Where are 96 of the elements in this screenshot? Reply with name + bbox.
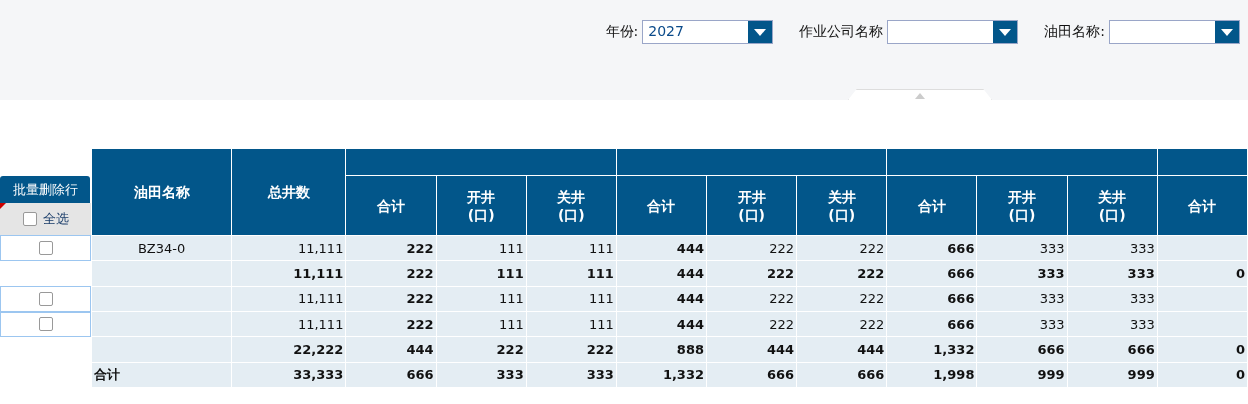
table-cell: 333 <box>1067 260 1158 287</box>
column-header: 开井 (口) <box>706 175 797 236</box>
collapse-arrow-icon[interactable] <box>915 93 925 99</box>
table-cell: 444 <box>345 336 437 363</box>
table-cell: 1,332 <box>616 362 707 388</box>
row-checkbox[interactable] <box>38 317 53 332</box>
table-cell: 111 <box>436 260 527 287</box>
table-cell: 222 <box>706 260 797 287</box>
table-cell: 222 <box>345 235 437 261</box>
table-cell: 333 <box>1067 311 1158 337</box>
table-cell: 333 <box>1067 286 1158 312</box>
column-header: 开井 (口) <box>436 175 527 236</box>
column-header: 合计 <box>1157 175 1248 236</box>
table-cell: 999 <box>976 362 1068 388</box>
table-cell: 111 <box>436 311 527 337</box>
column-header: 油田名称 <box>91 148 232 236</box>
table-cell: 666 <box>886 286 977 312</box>
table-cell: 111 <box>436 286 527 312</box>
table-cell: 444 <box>616 311 707 337</box>
table-cell: 333 <box>976 286 1068 312</box>
select-all-checkbox[interactable]: 全选 <box>0 203 91 235</box>
table-cell: 333 <box>976 311 1068 337</box>
table-cell: 666 <box>706 362 797 388</box>
table-cell: 222 <box>345 311 437 337</box>
table-cell: 333 <box>526 362 617 388</box>
table-cell: 666 <box>886 260 977 287</box>
table-cell: 222 <box>436 336 527 363</box>
row-checkbox-cell[interactable] <box>0 311 91 337</box>
table-cell: 11,111 <box>231 235 346 261</box>
table-cell: 333 <box>976 235 1068 261</box>
table-cell: 666 <box>345 362 437 388</box>
table-cell: 222 <box>796 286 887 312</box>
table-cell: 0 <box>1157 260 1248 287</box>
filter-label: 油田名称: <box>1044 23 1105 41</box>
table-cell: 222 <box>526 336 617 363</box>
dropdown-caret-icon[interactable] <box>1215 21 1239 43</box>
table-cell: 333 <box>436 362 527 388</box>
table-cell: 0 <box>1157 336 1248 363</box>
column-header: 关井 (口) <box>796 175 887 236</box>
row-checkbox[interactable] <box>38 291 53 306</box>
table-cell: 1,332 <box>886 336 977 363</box>
table-cell: 222 <box>345 260 437 287</box>
row-checkbox[interactable] <box>38 240 53 255</box>
table-cell: 666 <box>886 235 977 261</box>
dropdown-caret-icon[interactable] <box>993 21 1018 43</box>
table-cell: 11,111 <box>231 286 346 312</box>
table-cell: 222 <box>796 235 887 261</box>
table-cell: 999 <box>1067 362 1158 388</box>
name-cell: BZ34-0 <box>91 235 232 261</box>
table-cell: 666 <box>1067 336 1158 363</box>
table-cell: 222 <box>706 235 797 261</box>
row-checkbox-cell[interactable] <box>0 286 91 312</box>
dropdown-caret-icon[interactable] <box>748 21 773 43</box>
row-checkbox-cell[interactable] <box>0 235 91 261</box>
table-cell: 666 <box>976 336 1068 363</box>
table-cell: 11,111 <box>231 311 346 337</box>
table-cell: 444 <box>706 336 797 363</box>
filter-label: 年份: <box>605 23 639 41</box>
table-cell: 444 <box>616 286 707 312</box>
filter-select[interactable]: 2027 <box>642 20 774 44</box>
table-cell: 22,222 <box>231 336 346 363</box>
name-cell: 合计 <box>91 362 232 388</box>
table-cell: 333 <box>1067 235 1158 261</box>
batch-delete-button[interactable]: 批量删除行 <box>0 176 90 203</box>
table-cell: 111 <box>526 260 617 287</box>
column-header: 开井 (口) <box>976 175 1068 236</box>
table-cell: 222 <box>706 311 797 337</box>
table-cell: 444 <box>616 235 707 261</box>
table-cell: 111 <box>526 311 617 337</box>
table-cell: 111 <box>526 286 617 312</box>
table-cell: 888 <box>616 336 707 363</box>
corner-marker-icon <box>0 203 6 209</box>
table-cell: 222 <box>796 260 887 287</box>
table-cell: 444 <box>796 336 887 363</box>
column-header: 合计 <box>616 175 707 236</box>
column-header: 关井 (口) <box>1067 175 1158 236</box>
filter-label: 作业公司名称 <box>799 23 884 41</box>
filter-select[interactable] <box>1109 20 1240 44</box>
table-cell: 1,998 <box>886 362 977 388</box>
table-cell: 0 <box>1157 362 1248 388</box>
table-cell: 666 <box>796 362 887 388</box>
table-cell: 444 <box>616 260 707 287</box>
table-cell: 11,111 <box>231 260 346 287</box>
column-header: 合计 <box>886 175 977 236</box>
column-header: 总井数 <box>231 148 346 236</box>
table-cell: 666 <box>886 311 977 337</box>
table-cell: 333 <box>976 260 1068 287</box>
table-cell: 222 <box>796 311 887 337</box>
table-cell: 33,333 <box>231 362 346 388</box>
table-cell: 222 <box>706 286 797 312</box>
table-cell: 111 <box>436 235 527 261</box>
column-header: 关井 (口) <box>526 175 617 236</box>
table-cell: 111 <box>526 235 617 261</box>
column-header: 合计 <box>345 175 437 236</box>
filter-select[interactable] <box>887 20 1019 44</box>
table-cell: 222 <box>345 286 437 312</box>
